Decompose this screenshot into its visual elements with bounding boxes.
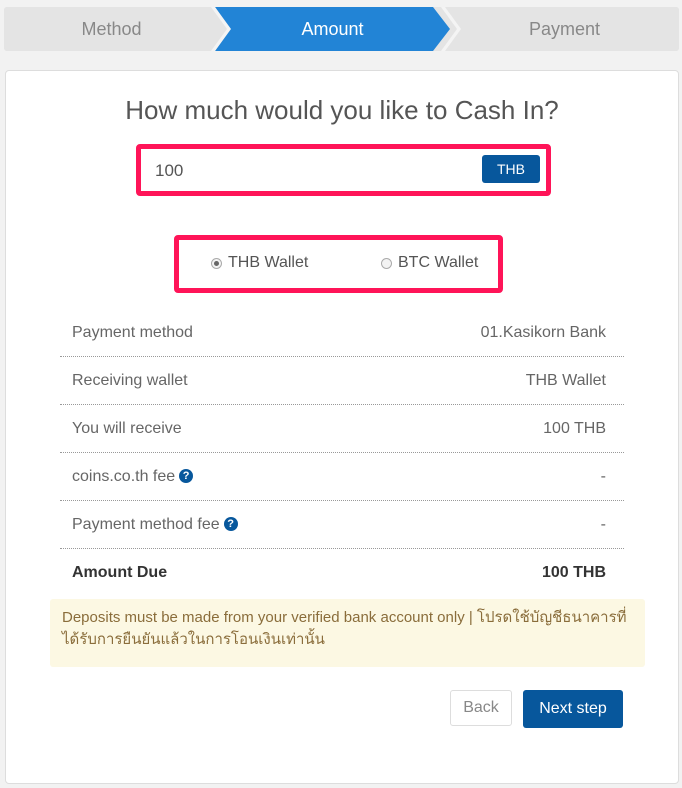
row-label: Payment method fee: [72, 515, 220, 533]
question-circle-icon[interactable]: ?: [179, 469, 194, 484]
summary-row: coins.co.th fee? -: [60, 453, 624, 501]
next-step-button[interactable]: Next step: [523, 690, 623, 728]
summary-row: Payment method fee? -: [60, 501, 624, 549]
row-value: THB Wallet: [525, 371, 606, 389]
summary-row: Receiving wallet THB Wallet: [60, 357, 624, 405]
radio-btc-wallet[interactable]: BTC Wallet: [381, 254, 478, 272]
page-title: How much would you like to Cash In?: [125, 95, 559, 125]
question-circle-icon[interactable]: ?: [223, 517, 238, 532]
summary-row: Payment method 01.Kasikorn Bank: [60, 309, 624, 357]
amount-field-highlight: THB: [136, 144, 551, 196]
summary-row: You will receive 100 THB: [60, 405, 624, 453]
currency-button[interactable]: THB: [482, 155, 540, 183]
row-label: Payment method: [72, 323, 193, 341]
warning-notice: Deposits must be made from your verified…: [50, 599, 645, 667]
radio-thb-wallet[interactable]: THB Wallet: [211, 254, 308, 272]
amount-due-row: Amount Due 100 THB: [60, 549, 624, 596]
progress-stepper: Method Amount Payment: [4, 7, 679, 51]
row-label: Receiving wallet: [72, 371, 188, 389]
step-amount-label: Amount: [301, 18, 364, 39]
amount-input[interactable]: [153, 155, 457, 187]
step-amount[interactable]: Amount: [215, 7, 450, 51]
cash-in-card: How much would you like to Cash In? THB …: [5, 70, 679, 784]
step-payment-label: Payment: [528, 18, 601, 39]
row-value: 100 THB: [543, 419, 606, 437]
row-label: coins.co.th fee: [72, 467, 176, 485]
step-method-label: Method: [81, 18, 142, 39]
radio-label: BTC Wallet: [398, 254, 479, 271]
step-payment[interactable]: Payment: [450, 7, 679, 51]
radio-label: THB Wallet: [228, 254, 309, 271]
back-button[interactable]: Back: [450, 690, 512, 726]
row-value: 100 THB: [541, 563, 606, 581]
row-label: Amount Due: [72, 563, 168, 581]
wallet-selector-highlight: THB Wallet BTC Wallet: [174, 235, 503, 293]
row-value: -: [600, 515, 606, 533]
row-value: 01.Kasikorn Bank: [480, 323, 606, 341]
row-value: -: [600, 467, 606, 485]
radio-selected-icon[interactable]: [211, 257, 222, 269]
summary-table: Payment method 01.Kasikorn Bank Receivin…: [60, 309, 624, 596]
row-label: You will receive: [72, 419, 182, 437]
radio-unselected-icon[interactable]: [381, 257, 392, 269]
step-method[interactable]: Method: [4, 7, 219, 51]
